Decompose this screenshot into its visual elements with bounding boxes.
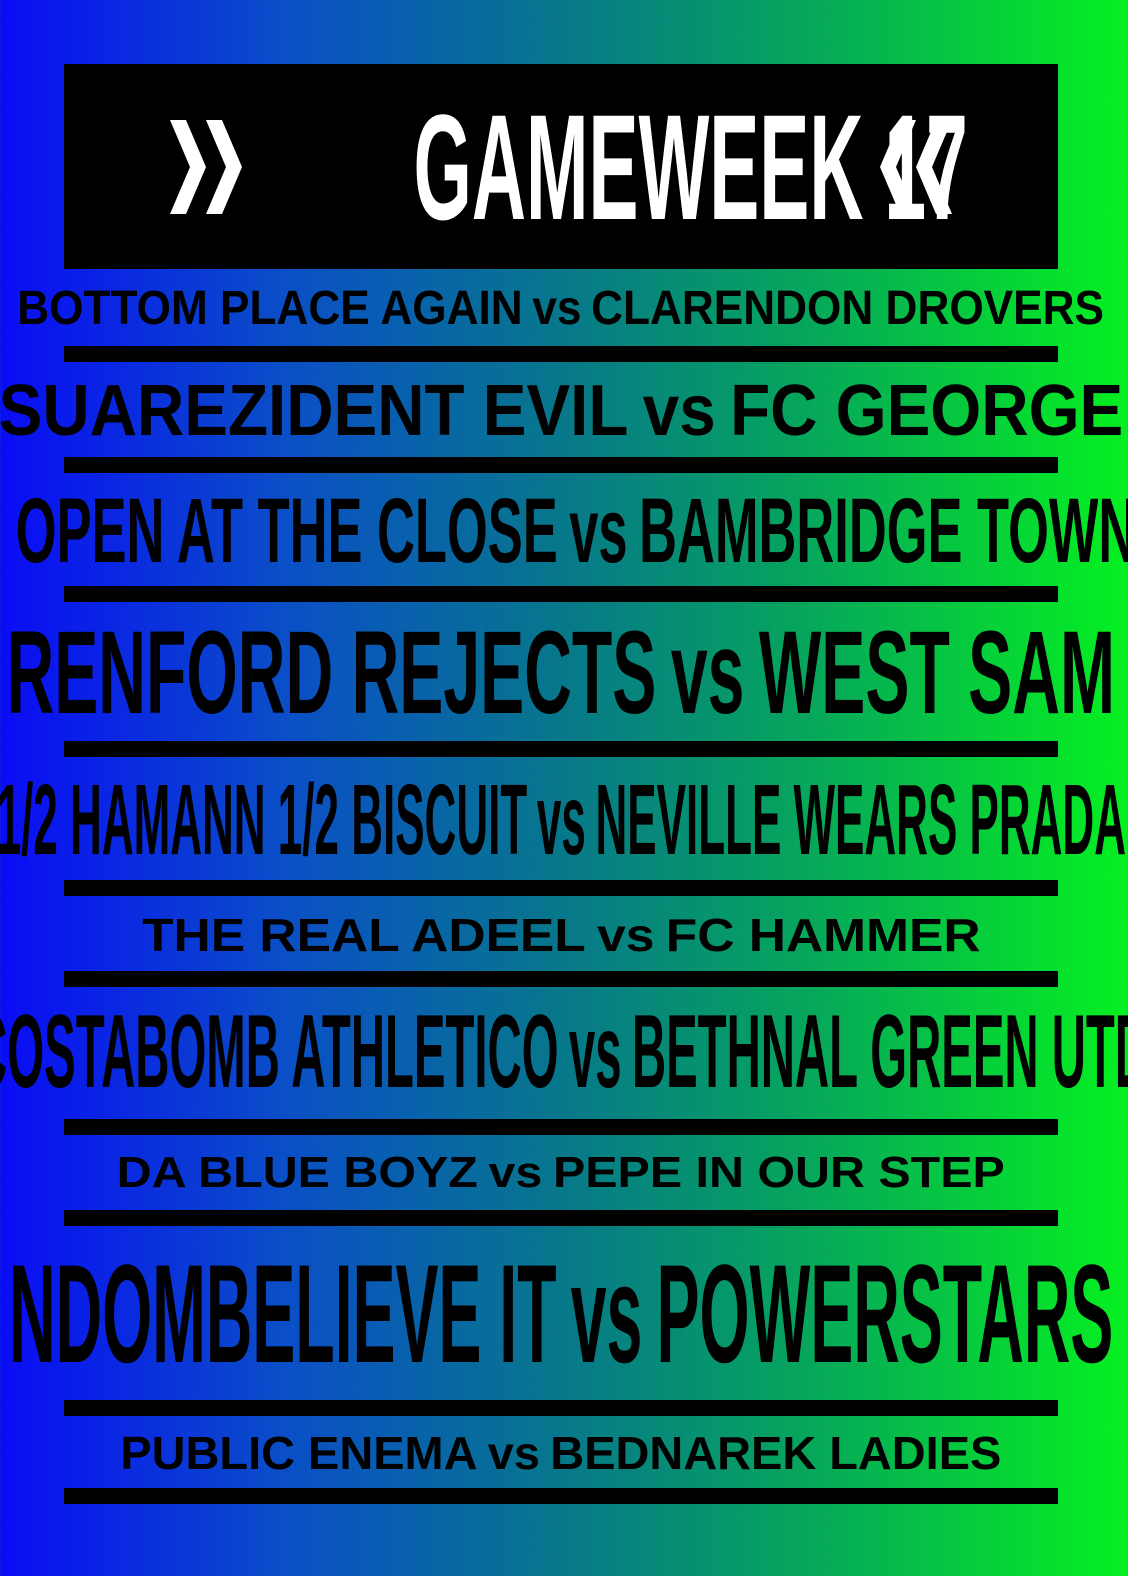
home-team: DA BLUE BOYZ bbox=[116, 1148, 479, 1197]
home-team: BOTTOM PLACE AGAIN bbox=[17, 282, 524, 335]
home-team: THE REAL ADEEL bbox=[141, 909, 586, 961]
home-team: I OPEN AT THE CLOSE bbox=[0, 480, 558, 582]
home-team: SUAREZIDENT EVIL bbox=[0, 371, 629, 451]
vs-label: vs bbox=[536, 764, 586, 876]
fixture-row: THE REAL ADEEL vs FC HAMMER bbox=[64, 904, 1058, 966]
divider bbox=[64, 457, 1058, 473]
divider bbox=[64, 346, 1058, 362]
divider bbox=[64, 971, 1058, 987]
fixture-row: RENFORD REJECTS vs WEST SAM bbox=[7, 612, 1116, 734]
home-team: 1/2 HAMANN 1/2 BISCUIT bbox=[0, 764, 527, 876]
away-team: BAMBRIDGE TOWN bbox=[638, 480, 1128, 582]
fixture-row: 1/2 HAMANN 1/2 BISCUITvsNEVILLE WEARS PR… bbox=[0, 768, 1126, 872]
away-team: WEST SAM bbox=[759, 607, 1116, 739]
away-team: PEPE IN OUR STEP bbox=[553, 1148, 1006, 1197]
vs-label: vs bbox=[488, 1148, 543, 1197]
away-team: POWERSTARS bbox=[656, 1235, 1114, 1392]
divider bbox=[64, 880, 1058, 896]
away-team: FC HAMMER bbox=[665, 909, 981, 961]
away-team: NEVILLE WEARS PRADA bbox=[595, 764, 1126, 876]
away-team: FC GEORGE bbox=[730, 371, 1124, 451]
fixture-row: SUAREZIDENT EVIL vs FC GEORGE bbox=[0, 370, 1123, 452]
away-team: BEDNAREK LADIES bbox=[550, 1427, 1002, 1479]
divider bbox=[64, 741, 1058, 757]
vs-label: vs bbox=[568, 994, 622, 1110]
fixture-row: DA BLUE BOYZ vs PEPE IN OUR STEP bbox=[64, 1144, 1058, 1202]
home-team: RENFORD REJECTS bbox=[6, 607, 657, 739]
fixture-row: I OPEN AT THE CLOSE vs BAMBRIDGE TOWN bbox=[0, 480, 1128, 582]
page-title: GAMEWEEK 17 bbox=[413, 82, 968, 251]
divider bbox=[64, 1400, 1058, 1416]
vs-label: vs bbox=[570, 1235, 643, 1392]
fixture-row: BOTTOM PLACE AGAIN vs CLARENDON DROVERS bbox=[18, 278, 1105, 340]
home-team: NDOMBELIEVE IT bbox=[8, 1235, 557, 1392]
divider bbox=[64, 1119, 1058, 1135]
vs-label: vs bbox=[671, 607, 745, 739]
away-team: CLARENDON DROVERS bbox=[591, 282, 1105, 335]
gameweek-header: GAMEWEEK 17 bbox=[64, 64, 1058, 269]
vs-label: vs bbox=[487, 1427, 541, 1479]
fixture-row: PUBLIC ENEMA vs BEDNAREK LADIES bbox=[64, 1424, 1058, 1482]
double-chevron-right-icon bbox=[170, 119, 242, 214]
vs-label: vs bbox=[642, 371, 716, 451]
away-team: BETHNAL GREEN UTD bbox=[631, 994, 1128, 1110]
vs-label: vs bbox=[596, 909, 655, 961]
divider bbox=[64, 1488, 1058, 1504]
divider bbox=[64, 586, 1058, 602]
fixture-row: NDOMBELIEVE IT vs POWERSTARS bbox=[9, 1240, 1113, 1388]
home-team: PUBLIC ENEMA bbox=[120, 1427, 478, 1479]
divider bbox=[64, 1210, 1058, 1226]
fixture-row: COSTABOMB ATHLETICO vs BETHNAL GREEN UTD bbox=[0, 994, 1128, 1110]
vs-label: vs bbox=[532, 282, 582, 335]
home-team: COSTABOMB ATHLETICO bbox=[0, 994, 559, 1110]
vs-label: vs bbox=[568, 480, 628, 582]
